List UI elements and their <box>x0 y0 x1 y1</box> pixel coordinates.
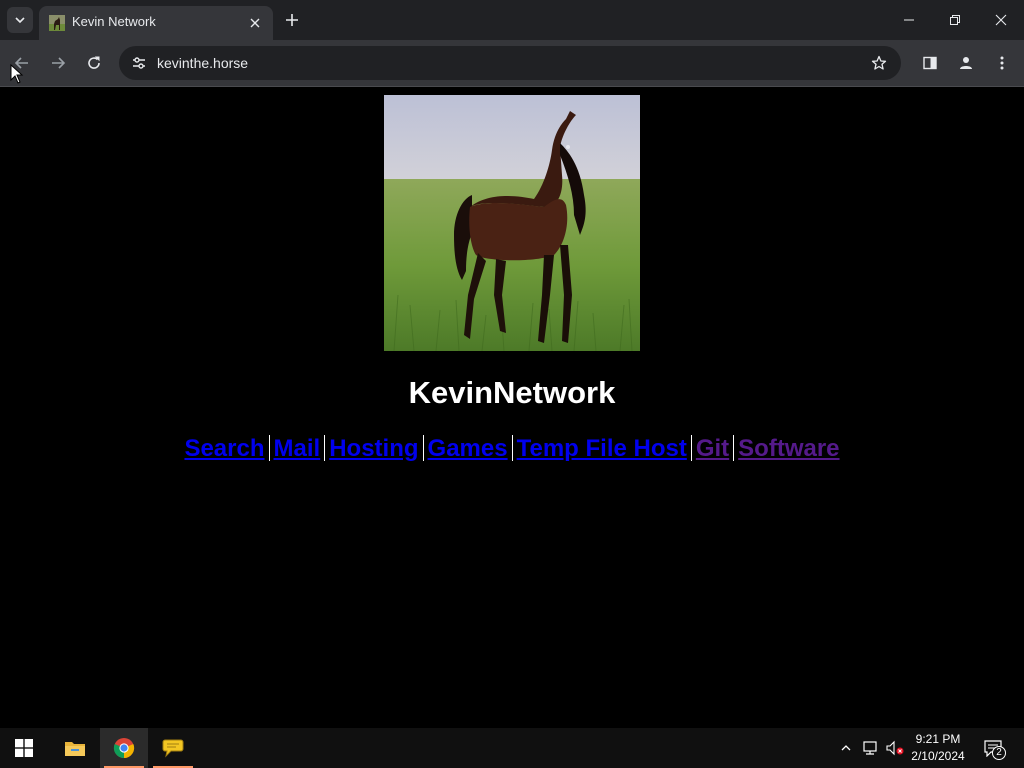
profile-button[interactable] <box>951 48 981 78</box>
nav-link-hosting[interactable]: Hosting <box>325 435 422 462</box>
notification-center-button[interactable]: 2 <box>978 734 1008 762</box>
chrome-icon <box>113 738 135 759</box>
nav-link-search[interactable]: Search <box>180 435 268 462</box>
horse-image <box>384 95 640 351</box>
forward-button[interactable] <box>43 48 73 78</box>
network-icon <box>863 741 877 755</box>
system-clock[interactable]: 9:21 PM 2/10/2024 <box>906 731 970 765</box>
tune-icon <box>133 57 145 69</box>
new-tab-button[interactable] <box>280 8 304 32</box>
taskbar: 9:21 PM 2/10/2024 2 <box>0 728 1024 768</box>
start-button[interactable] <box>0 728 48 768</box>
nav-links: Search Mail Hosting Games Temp File Host Git S… <box>0 435 1024 463</box>
minimize-icon <box>904 19 914 21</box>
mouse-cursor-icon <box>10 64 24 84</box>
tab-search-button[interactable] <box>7 7 33 33</box>
side-panel-button[interactable] <box>915 48 945 78</box>
notification-count-badge: 2 <box>992 746 1006 760</box>
close-window-button[interactable] <box>978 0 1024 40</box>
side-panel-icon <box>923 56 937 70</box>
taskbar-chrome[interactable] <box>100 728 148 768</box>
nav-link-software[interactable]: Software <box>734 435 843 462</box>
reload-icon <box>88 56 100 69</box>
address-bar[interactable]: kevinthe.horse <box>119 46 901 80</box>
site-title: KevinNetwork <box>408 375 616 410</box>
network-status-button[interactable] <box>861 738 881 758</box>
chevron-down-icon <box>15 17 25 24</box>
close-icon <box>250 18 260 28</box>
chevron-up-icon <box>841 745 851 751</box>
reload-button[interactable] <box>79 48 109 78</box>
restore-icon <box>950 15 960 25</box>
horse-favicon-icon <box>49 15 65 31</box>
tab-kevin-network[interactable]: Kevin Network <box>39 6 273 40</box>
site-info-button[interactable] <box>125 49 153 77</box>
chat-bubble-icon <box>162 739 184 758</box>
profile-icon <box>960 57 972 69</box>
tab-close-button[interactable] <box>247 15 263 31</box>
kebab-menu-icon <box>1000 56 1004 70</box>
bookmark-button[interactable] <box>865 49 893 77</box>
tab-title: Kevin Network <box>72 14 156 29</box>
browser-toolbar: kevinthe.horse <box>0 40 1024 87</box>
nav-link-mail[interactable]: Mail <box>270 435 325 462</box>
start-icon <box>15 739 33 757</box>
menu-button[interactable] <box>987 48 1017 78</box>
tab-strip: Kevin Network <box>0 0 1024 40</box>
url-text[interactable]: kevinthe.horse <box>157 55 248 71</box>
page-content: KevinNetwork Search Mail Hosting Games Temp … <box>0 87 1024 728</box>
volume-muted-icon <box>886 740 904 756</box>
volume-button[interactable] <box>885 738 905 758</box>
minimize-button[interactable] <box>886 0 932 40</box>
close-icon <box>995 14 1007 26</box>
arrow-right-icon <box>52 57 66 69</box>
taskbar-chat-app[interactable] <box>149 728 197 768</box>
clock-time: 9:21 PM <box>915 732 961 746</box>
show-hidden-icons-button[interactable] <box>836 738 856 758</box>
nav-link-temp-file-host[interactable]: Temp File Host <box>513 435 691 462</box>
nav-link-git[interactable]: Git <box>692 435 733 462</box>
plus-icon <box>286 14 298 26</box>
star-icon <box>871 55 887 70</box>
nav-link-games[interactable]: Games <box>424 435 512 462</box>
file-explorer-icon <box>65 742 85 756</box>
clock-date: 2/10/2024 <box>911 749 965 763</box>
taskbar-file-explorer[interactable] <box>51 728 99 768</box>
restore-button[interactable] <box>932 0 978 40</box>
